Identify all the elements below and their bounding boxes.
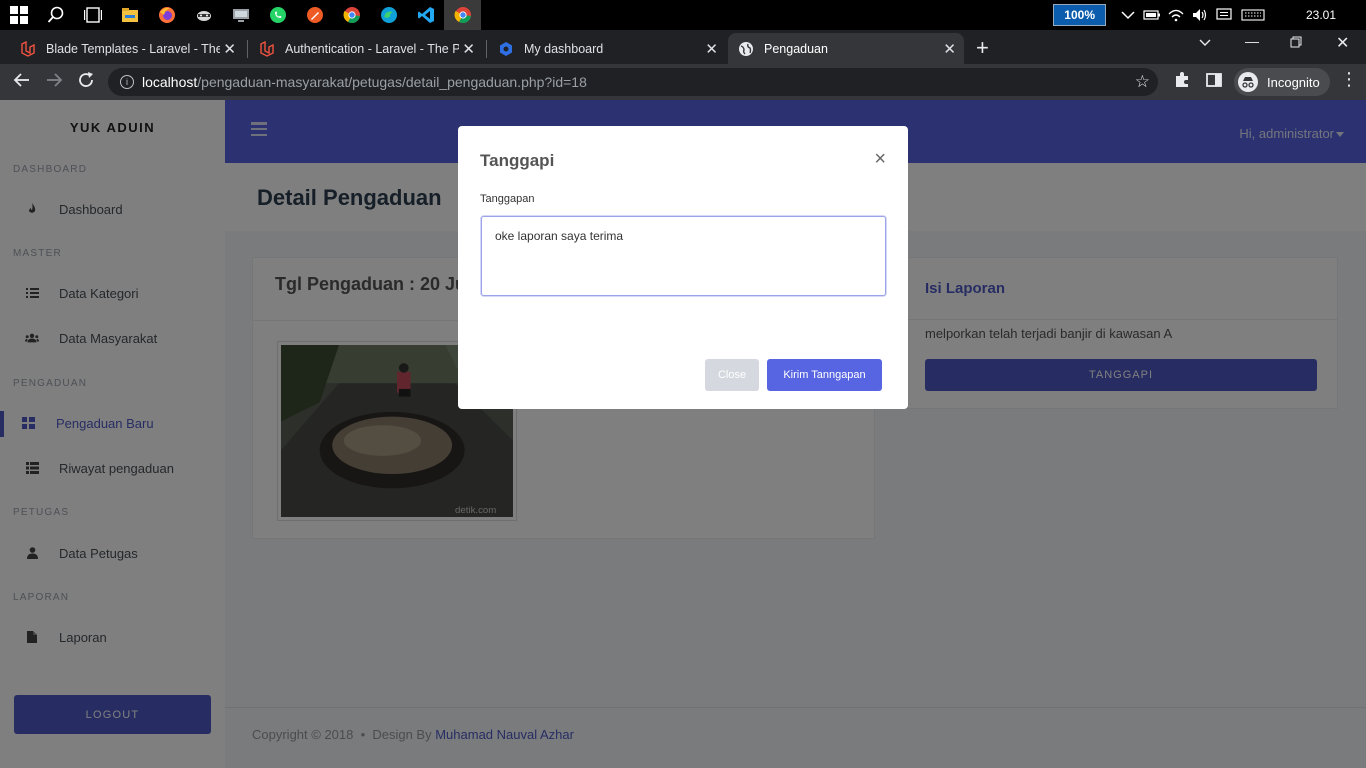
wifi-icon[interactable]	[1164, 0, 1188, 30]
tab-title: Pengaduan	[764, 41, 828, 56]
tab-pengaduan[interactable]: Pengaduan ✕	[728, 33, 964, 64]
tanggapan-textarea[interactable]: oke laporan saya terima	[481, 216, 886, 296]
whatsapp-icon[interactable]	[259, 0, 296, 30]
task-view-icon[interactable]	[74, 0, 111, 30]
tab-authentication[interactable]: Authentication - Laravel - The PH ✕	[249, 33, 483, 64]
close-tab-icon[interactable]: ✕	[223, 40, 236, 58]
close-button[interactable]: Close	[705, 359, 759, 391]
url-path: /pengaduan-masyarakat/petugas/detail_pen…	[197, 74, 587, 90]
browser-tab-strip: Blade Templates - Laravel - The P ✕ Auth…	[0, 30, 1366, 64]
forward-icon[interactable]	[45, 71, 63, 94]
tab-separator	[486, 40, 487, 58]
system-clock[interactable]: 23.01	[1286, 8, 1356, 22]
laravel-icon	[20, 40, 36, 57]
browser-toolbar: i localhost/pengaduan-masyarakat/petugas…	[0, 64, 1366, 100]
tanggapi-modal: Tanggapi × Tanggapan oke laporan saya te…	[458, 126, 908, 409]
globe-icon	[738, 41, 754, 57]
chrome-icon[interactable]	[333, 0, 370, 30]
edge-icon[interactable]	[370, 0, 407, 30]
modal-close-icon[interactable]: ×	[874, 148, 886, 171]
raccoon-app-icon[interactable]	[185, 0, 222, 30]
tab-title: Authentication - Laravel - The PH	[285, 41, 459, 56]
close-tab-icon[interactable]: ✕	[462, 40, 475, 58]
tab-blade-templates[interactable]: Blade Templates - Laravel - The P ✕	[10, 33, 244, 64]
tanggapan-label: Tanggapan	[480, 193, 535, 205]
tab-separator	[247, 40, 248, 58]
site-info-icon[interactable]: i	[120, 75, 134, 89]
side-panel-icon[interactable]	[1205, 71, 1223, 94]
reload-icon[interactable]	[77, 71, 95, 94]
incognito-label: Incognito	[1267, 74, 1320, 90]
system-tray: 100% 23.01	[1053, 0, 1366, 30]
vscode-icon[interactable]	[407, 0, 444, 30]
url-bar[interactable]: i localhost/pengaduan-masyarakat/petugas…	[108, 68, 1158, 96]
tab-title: Blade Templates - Laravel - The P	[46, 41, 220, 56]
extensions-icon[interactable]	[1173, 71, 1191, 94]
file-explorer-icon[interactable]	[111, 0, 148, 30]
incognito-icon	[1238, 72, 1258, 92]
laravel-icon	[259, 40, 275, 57]
url-host: localhost	[142, 74, 198, 90]
battery-icon[interactable]	[1140, 0, 1164, 30]
remote-desktop-icon[interactable]	[222, 0, 259, 30]
notification-icon[interactable]	[1212, 0, 1236, 30]
back-icon[interactable]	[13, 71, 31, 94]
tab-search-icon[interactable]	[1198, 35, 1212, 51]
incognito-profile[interactable]: Incognito	[1234, 68, 1330, 96]
browser-menu-icon[interactable]: ⋮	[1340, 69, 1358, 90]
firefox-icon[interactable]	[148, 0, 185, 30]
kirim-tanggapan-button[interactable]: Kirim Tanngapan	[767, 359, 882, 391]
chrome-active-icon[interactable]	[444, 0, 481, 30]
volume-icon[interactable]	[1188, 0, 1212, 30]
close-tab-icon[interactable]: ✕	[705, 40, 718, 58]
keyboard-icon[interactable]	[1236, 0, 1270, 30]
restore-icon[interactable]	[1290, 35, 1302, 51]
chevron-up-icon[interactable]	[1116, 0, 1140, 30]
minimize-icon[interactable]: —	[1245, 33, 1259, 49]
page-viewport: YUK ADUIN DASHBOARD Dashboard MASTER Dat…	[0, 100, 1366, 768]
close-tab-icon[interactable]: ✕	[943, 40, 956, 58]
tab-title: My dashboard	[524, 41, 604, 56]
close-window-icon[interactable]: ✕	[1336, 33, 1349, 53]
windows-start-icon[interactable]	[0, 0, 37, 30]
postman-icon[interactable]	[296, 0, 333, 30]
new-tab-button[interactable]: +	[976, 35, 989, 61]
modal-title: Tanggapi	[480, 151, 555, 170]
windows-taskbar: 100% 23.01	[0, 0, 1366, 30]
tab-my-dashboard[interactable]: My dashboard ✕	[488, 33, 726, 64]
zoom-indicator[interactable]: 100%	[1053, 4, 1106, 26]
search-icon[interactable]	[37, 0, 74, 30]
bookmark-star-icon[interactable]: ☆	[1135, 72, 1150, 92]
hexagon-icon	[498, 41, 514, 57]
